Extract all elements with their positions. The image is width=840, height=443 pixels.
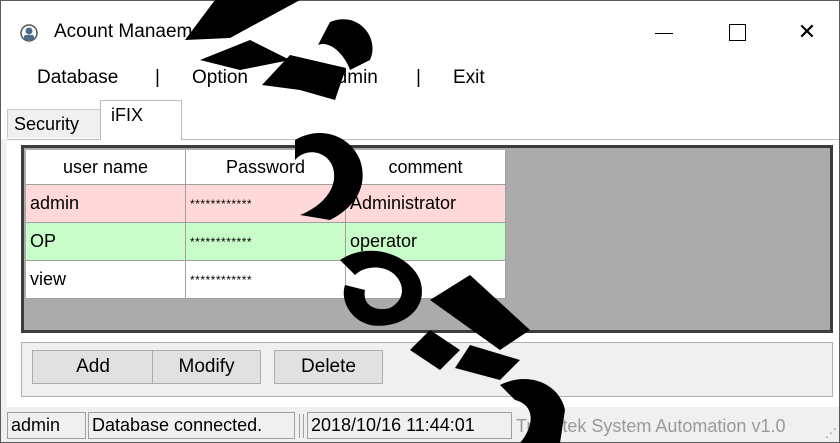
cell-comment[interactable] — [346, 261, 506, 299]
tab-label: iFIX — [111, 105, 144, 125]
cell-user[interactable]: admin — [26, 185, 186, 223]
menu-exit[interactable]: Exit — [453, 67, 485, 89]
account-grid[interactable]: user name Password comment admin *******… — [21, 145, 833, 333]
status-bar: admin Database connected. 2018/10/16 11:… — [1, 407, 839, 442]
cell-comment[interactable]: Administrator — [346, 185, 506, 223]
menu-separator: | — [416, 67, 421, 88]
tab-label: Security — [14, 114, 80, 134]
menu-admin[interactable]: Admin — [324, 67, 378, 89]
menu-separator: | — [288, 67, 293, 88]
cell-password[interactable]: ************ — [186, 223, 346, 261]
status-user: admin — [7, 412, 86, 439]
menu-database[interactable]: Database — [37, 67, 118, 89]
app-icon — [20, 24, 38, 42]
column-header-password[interactable]: Password — [186, 150, 346, 185]
title-bar: Acount Manaement ✕ — [1, 1, 839, 63]
action-button-group: Add Modify Delete — [21, 342, 833, 397]
cell-comment[interactable]: operator — [346, 223, 506, 261]
cell-user[interactable]: OP — [26, 223, 186, 261]
menu-separator: | — [155, 67, 160, 88]
status-divider — [299, 414, 304, 438]
tab-security[interactable]: Security — [7, 109, 101, 138]
column-header-comment[interactable]: comment — [346, 150, 506, 185]
minimize-icon — [655, 33, 673, 34]
cell-password[interactable]: ************ — [186, 185, 346, 223]
resize-grip-icon[interactable]: ⋰ — [825, 426, 837, 440]
add-button[interactable]: Add — [32, 350, 154, 384]
app-window: Acount Manaement ✕ Database | Option | A… — [0, 0, 840, 443]
table-row[interactable]: OP ************ operator — [26, 223, 506, 261]
modify-button[interactable]: Modify — [152, 350, 261, 384]
maximize-icon — [728, 23, 746, 41]
menu-bar: Database | Option | Admin | Exit — [1, 63, 839, 97]
table-row[interactable]: admin ************ Administrator — [26, 185, 506, 223]
minimize-button[interactable] — [641, 9, 687, 55]
grid-header: user name Password comment — [26, 150, 506, 185]
window-title: Acount Manaement — [54, 21, 219, 42]
menu-option[interactable]: Option — [192, 67, 248, 89]
cell-user[interactable]: view — [26, 261, 186, 299]
status-vendor: Trendtek System Automation v1.0 — [516, 416, 786, 436]
cell-password[interactable]: ************ — [186, 261, 346, 299]
status-database: Database connected. — [88, 412, 295, 439]
status-timestamp: 2018/10/16 11:44:01 — [307, 412, 512, 439]
table-row[interactable]: view ************ — [26, 261, 506, 299]
close-icon: ✕ — [797, 19, 817, 44]
tab-ifix[interactable]: iFIX — [100, 100, 182, 140]
maximize-button[interactable] — [714, 9, 760, 55]
column-header-user-name[interactable]: user name — [26, 150, 186, 185]
delete-button[interactable]: Delete — [274, 350, 383, 384]
close-button[interactable]: ✕ — [784, 9, 830, 55]
